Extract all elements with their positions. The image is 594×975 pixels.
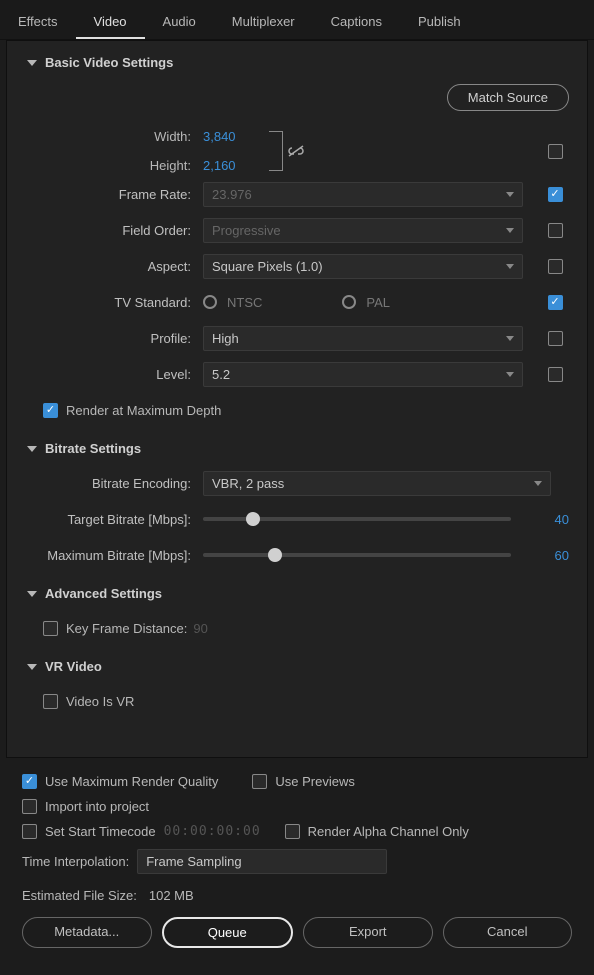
frame-rate-label: Frame Rate: [25, 187, 203, 202]
render-max-depth-label: Render at Maximum Depth [66, 403, 221, 418]
tab-effects[interactable]: Effects [0, 8, 76, 39]
unlink-icon[interactable] [285, 144, 303, 158]
import-project-label: Import into project [45, 799, 149, 814]
video-settings-panel: Basic Video Settings Match Source Width:… [6, 40, 588, 758]
aspect-match-checkbox[interactable] [548, 259, 563, 274]
vr-section: VR Video Video Is VR [25, 659, 569, 714]
level-label: Level: [25, 367, 203, 382]
max-bitrate-slider[interactable] [203, 553, 511, 557]
profile-dropdown[interactable]: High [203, 326, 523, 351]
chevron-down-icon [506, 372, 514, 377]
set-start-timecode-checkbox[interactable] [22, 824, 37, 839]
vr-header[interactable]: VR Video [25, 659, 569, 674]
profile-label: Profile: [25, 331, 203, 346]
bitrate-encoding-dropdown[interactable]: VBR, 2 pass [203, 471, 551, 496]
basic-video-title: Basic Video Settings [45, 55, 173, 70]
chevron-down-icon [27, 664, 37, 670]
frame-rate-dropdown[interactable]: 23.976 [203, 182, 523, 207]
chevron-down-icon [27, 446, 37, 452]
tv-standard-label: TV Standard: [25, 295, 203, 310]
chevron-down-icon [27, 60, 37, 66]
target-bitrate-slider[interactable] [203, 517, 511, 521]
frame-rate-match-checkbox[interactable] [548, 187, 563, 202]
aspect-label: Aspect: [25, 259, 203, 274]
estimated-size-value: 102 MB [149, 888, 194, 903]
tv-standard-match-checkbox[interactable] [548, 295, 563, 310]
timecode-value: 00:00:00:00 [164, 824, 261, 839]
target-bitrate-label: Target Bitrate [Mbps]: [25, 512, 203, 527]
estimated-size-label: Estimated File Size: [22, 888, 137, 903]
bitrate-header[interactable]: Bitrate Settings [25, 441, 569, 456]
advanced-section: Advanced Settings Key Frame Distance: 90 [25, 586, 569, 641]
chevron-down-icon [534, 481, 542, 486]
link-bracket [269, 131, 283, 171]
export-footer: Use Maximum Render Quality Use Previews … [0, 758, 594, 960]
dimensions-match-checkbox[interactable] [548, 144, 563, 159]
tab-bar: Effects Video Audio Multiplexer Captions… [0, 0, 594, 40]
render-max-depth-checkbox[interactable] [43, 403, 58, 418]
chevron-down-icon [506, 264, 514, 269]
metadata-button[interactable]: Metadata... [22, 917, 152, 948]
ntsc-radio[interactable]: NTSC [203, 295, 262, 310]
render-alpha-label: Render Alpha Channel Only [308, 824, 469, 839]
level-dropdown[interactable]: 5.2 [203, 362, 523, 387]
keyframe-distance-label: Key Frame Distance: [66, 621, 187, 636]
use-max-quality-label: Use Maximum Render Quality [45, 774, 218, 789]
time-interpolation-label: Time Interpolation: [22, 854, 129, 869]
tab-video[interactable]: Video [76, 8, 145, 39]
render-alpha-checkbox[interactable] [285, 824, 300, 839]
slider-thumb[interactable] [246, 512, 260, 526]
tab-publish[interactable]: Publish [400, 8, 479, 39]
max-bitrate-value[interactable]: 60 [529, 548, 569, 563]
chevron-down-icon [506, 336, 514, 341]
match-source-button[interactable]: Match Source [447, 84, 569, 111]
chevron-down-icon [506, 228, 514, 233]
profile-match-checkbox[interactable] [548, 331, 563, 346]
tab-multiplexer[interactable]: Multiplexer [214, 8, 313, 39]
import-project-checkbox[interactable] [22, 799, 37, 814]
basic-video-section: Basic Video Settings Match Source Width:… [25, 55, 569, 423]
use-previews-label: Use Previews [275, 774, 354, 789]
pal-radio[interactable]: PAL [342, 295, 390, 310]
width-value[interactable]: 3,840 [203, 129, 263, 144]
export-button[interactable]: Export [303, 917, 433, 948]
vr-title: VR Video [45, 659, 102, 674]
cancel-button[interactable]: Cancel [443, 917, 573, 948]
tab-captions[interactable]: Captions [313, 8, 400, 39]
height-value[interactable]: 2,160 [203, 158, 263, 173]
max-bitrate-label: Maximum Bitrate [Mbps]: [25, 548, 203, 563]
video-is-vr-label: Video Is VR [66, 694, 134, 709]
queue-button[interactable]: Queue [162, 917, 294, 948]
chevron-down-icon [506, 192, 514, 197]
width-label: Width: [25, 129, 191, 144]
radio-icon [342, 295, 356, 309]
use-previews-checkbox[interactable] [252, 774, 267, 789]
time-interpolation-dropdown[interactable]: Frame Sampling [137, 849, 387, 874]
keyframe-distance-value: 90 [193, 621, 207, 636]
bitrate-title: Bitrate Settings [45, 441, 141, 456]
field-order-label: Field Order: [25, 223, 203, 238]
slider-thumb[interactable] [268, 548, 282, 562]
field-order-match-checkbox[interactable] [548, 223, 563, 238]
height-label: Height: [25, 158, 191, 173]
video-is-vr-checkbox[interactable] [43, 694, 58, 709]
field-order-dropdown[interactable]: Progressive [203, 218, 523, 243]
bitrate-section: Bitrate Settings Bitrate Encoding: VBR, … [25, 441, 569, 568]
aspect-dropdown[interactable]: Square Pixels (1.0) [203, 254, 523, 279]
keyframe-distance-checkbox[interactable] [43, 621, 58, 636]
radio-icon [203, 295, 217, 309]
use-max-quality-checkbox[interactable] [22, 774, 37, 789]
set-start-timecode-label: Set Start Timecode [45, 824, 156, 839]
basic-video-header[interactable]: Basic Video Settings [25, 55, 569, 70]
bitrate-encoding-label: Bitrate Encoding: [25, 476, 203, 491]
target-bitrate-value[interactable]: 40 [529, 512, 569, 527]
tab-audio[interactable]: Audio [145, 8, 214, 39]
chevron-down-icon [27, 591, 37, 597]
advanced-header[interactable]: Advanced Settings [25, 586, 569, 601]
level-match-checkbox[interactable] [548, 367, 563, 382]
advanced-title: Advanced Settings [45, 586, 162, 601]
